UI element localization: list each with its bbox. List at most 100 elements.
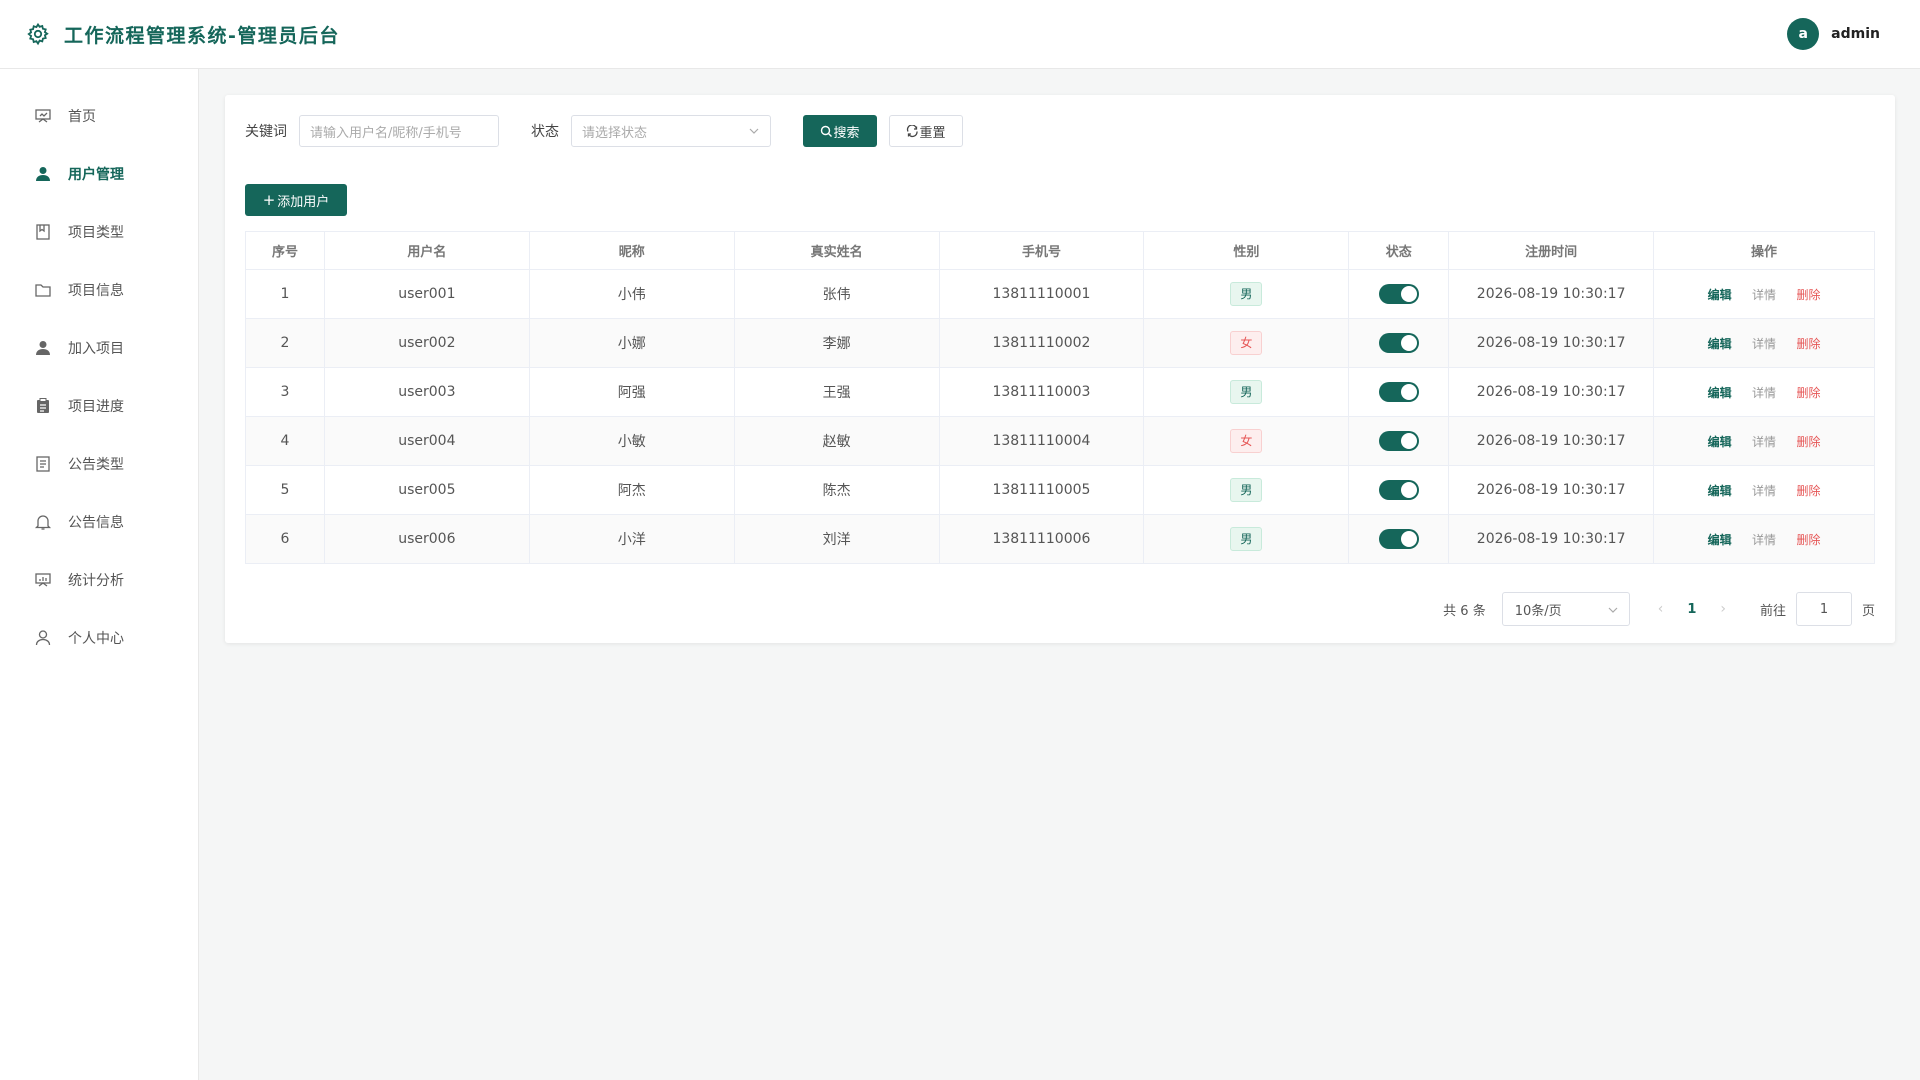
sidebar-item-label: 公告类型 [68, 457, 124, 473]
reset-button[interactable]: 重置 [889, 115, 963, 147]
delete-link[interactable]: 删除 [1797, 484, 1821, 498]
cell-phone: 13811110004 [938, 416, 1145, 466]
next-page-button[interactable]: › [1720, 601, 1726, 617]
delete-link[interactable]: 删除 [1797, 337, 1821, 351]
delete-link[interactable]: 删除 [1797, 288, 1821, 302]
edit-link[interactable]: 编辑 [1708, 337, 1732, 351]
detail-link[interactable]: 详情 [1752, 533, 1776, 547]
edit-link[interactable]: 编辑 [1708, 386, 1732, 400]
delete-link[interactable]: 删除 [1797, 386, 1821, 400]
header-brand: 工作流程管理系统-管理员后台 [26, 21, 340, 48]
search-icon [821, 125, 833, 137]
sidebar-item-label: 个人中心 [68, 631, 124, 647]
add-user-button[interactable]: + 添加用户 [245, 184, 347, 216]
cell-gender: 男 [1143, 465, 1350, 515]
cell-registered: 2026-08-19 10:30:17 [1448, 514, 1655, 564]
keyword-label: 关键词 [245, 124, 287, 140]
search-button[interactable]: 搜索 [803, 115, 877, 147]
edit-link[interactable]: 编辑 [1708, 288, 1732, 302]
cell-registered: 2026-08-19 10:30:17 [1448, 269, 1655, 319]
cell-realname: 刘洋 [733, 514, 940, 564]
sidebar-item-users[interactable]: 用户管理 [0, 145, 198, 203]
cell-username: user006 [323, 514, 530, 564]
status-toggle[interactable] [1378, 333, 1419, 353]
delete-link[interactable]: 删除 [1797, 533, 1821, 547]
sidebar-item-profile[interactable]: 个人中心 [0, 609, 198, 667]
cell-status [1348, 416, 1450, 466]
keyword-input[interactable]: 请输入用户名/昵称/手机号 [299, 115, 499, 147]
sidebar-item-home[interactable]: 首页 [0, 87, 198, 145]
status-toggle[interactable] [1378, 382, 1419, 402]
sidebar-item-statistics[interactable]: 统计分析 [0, 551, 198, 609]
detail-link[interactable]: 详情 [1752, 386, 1776, 400]
page-suffix: 页 [1861, 603, 1875, 619]
user-table: 序号 用户名 昵称 真实姓名 手机号 性别 状态 注册时间 操作 1 user0… [245, 231, 1875, 564]
edit-link[interactable]: 编辑 [1708, 533, 1732, 547]
cell-realname: 张伟 [733, 269, 940, 319]
sidebar-item-project-info[interactable]: 项目信息 [0, 261, 198, 319]
bell-icon [34, 513, 52, 531]
user-add-icon [34, 339, 52, 357]
cell-index: 3 [245, 367, 325, 417]
user-menu[interactable]: a admin [1787, 18, 1880, 50]
cell-status [1348, 367, 1450, 417]
avatar[interactable]: a [1787, 18, 1820, 50]
col-header-index: 序号 [245, 231, 325, 270]
status-toggle[interactable] [1378, 431, 1419, 451]
cell-registered: 2026-08-19 10:30:17 [1448, 416, 1655, 466]
chart-board-icon [34, 571, 52, 589]
sidebar-item-label: 首页 [68, 109, 96, 125]
sidebar-item-project-progress[interactable]: 项目进度 [0, 377, 198, 435]
goto-page-input[interactable]: 1 [1795, 592, 1852, 626]
sidebar-item-notice-types[interactable]: 公告类型 [0, 435, 198, 493]
prev-page-button[interactable]: ‹ [1658, 601, 1664, 617]
cell-actions: 编辑 详情 删除 [1653, 514, 1875, 564]
cell-username: user002 [323, 318, 530, 368]
edit-link[interactable]: 编辑 [1708, 484, 1732, 498]
delete-link[interactable]: 删除 [1797, 435, 1821, 449]
username[interactable]: admin [1831, 26, 1880, 42]
sidebar-item-project-types[interactable]: 项目类型 [0, 203, 198, 261]
chevron-down-icon [1608, 607, 1618, 613]
detail-link[interactable]: 详情 [1752, 484, 1776, 498]
search-form: 关键词 请输入用户名/昵称/手机号 状态 请选择状态 搜索 重置 [245, 115, 1875, 147]
detail-link[interactable]: 详情 [1752, 337, 1776, 351]
cell-gender: 女 [1143, 318, 1350, 368]
add-user-label: 添加用户 [277, 194, 330, 210]
cell-phone: 13811110001 [938, 269, 1145, 319]
table-header-row: 序号 用户名 昵称 真实姓名 手机号 性别 状态 注册时间 操作 [245, 231, 1875, 270]
cell-nickname: 小娜 [528, 318, 735, 368]
goto-page-value: 1 [1819, 601, 1829, 617]
sidebar-item-join-project[interactable]: 加入项目 [0, 319, 198, 377]
col-header-phone: 手机号 [938, 231, 1145, 270]
edit-link[interactable]: 编辑 [1708, 435, 1732, 449]
sidebar-item-label: 加入项目 [68, 341, 124, 357]
cell-registered: 2026-08-19 10:30:17 [1448, 367, 1655, 417]
clipboard-icon [34, 397, 52, 415]
gender-tag: 女 [1230, 429, 1263, 453]
cell-gender: 女 [1143, 416, 1350, 466]
refresh-icon [907, 124, 919, 137]
cell-nickname: 阿强 [528, 367, 735, 417]
cell-status [1348, 269, 1450, 319]
sidebar-item-label: 用户管理 [68, 167, 124, 183]
cell-registered: 2026-08-19 10:30:17 [1448, 465, 1655, 515]
status-toggle[interactable] [1378, 284, 1419, 304]
col-header-status: 状态 [1348, 231, 1450, 270]
sidebar-item-notice-info[interactable]: 公告信息 [0, 493, 198, 551]
page-number-current[interactable]: 1 [1687, 602, 1696, 617]
detail-link[interactable]: 详情 [1752, 435, 1776, 449]
keyword-placeholder: 请输入用户名/昵称/手机号 [310, 125, 462, 141]
page-size-select[interactable]: 10条/页 [1501, 592, 1630, 626]
goto-label: 前往 [1759, 603, 1786, 619]
cell-gender: 男 [1143, 514, 1350, 564]
gender-tag: 男 [1230, 380, 1263, 404]
top-header: 工作流程管理系统-管理员后台 a admin [0, 0, 1920, 69]
cell-status [1348, 318, 1450, 368]
cell-username: user003 [323, 367, 530, 417]
col-header-nickname: 昵称 [528, 231, 735, 270]
detail-link[interactable]: 详情 [1752, 288, 1776, 302]
status-select[interactable]: 请选择状态 [571, 115, 771, 147]
status-toggle[interactable] [1378, 529, 1419, 549]
status-toggle[interactable] [1378, 480, 1419, 500]
